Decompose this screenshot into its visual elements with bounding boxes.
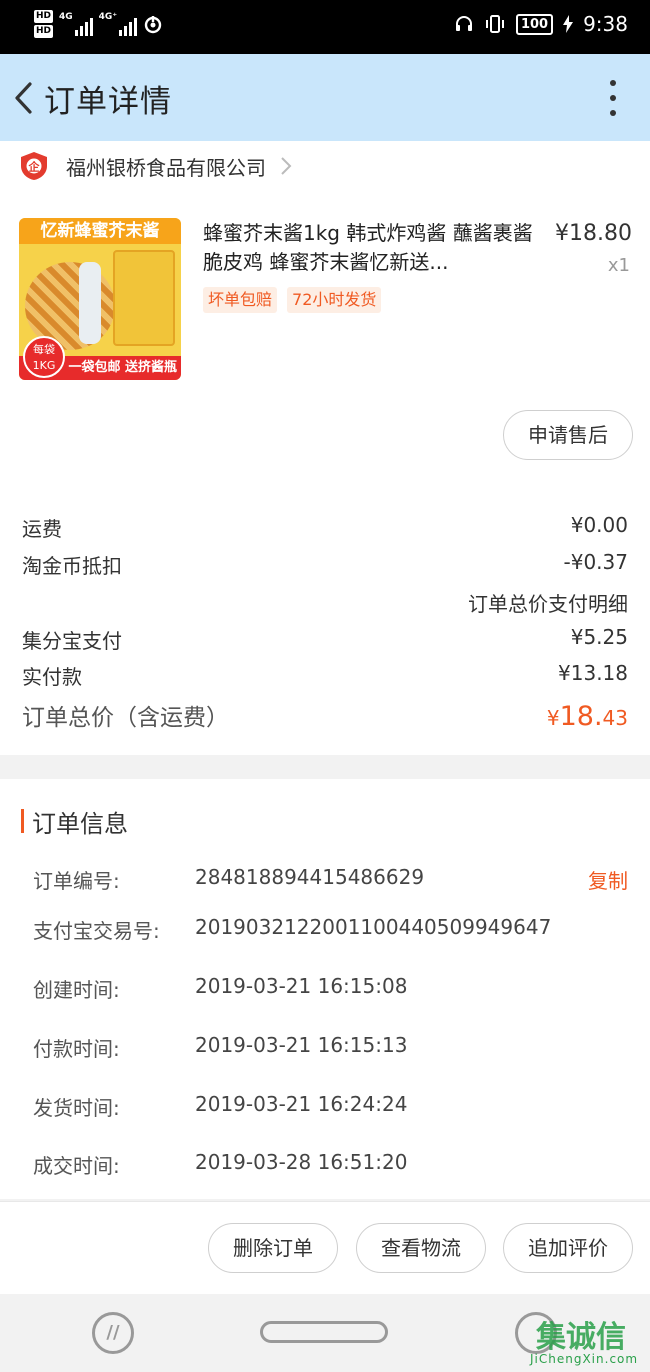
battery-icon: 100 [515,13,554,35]
info-label: 发货时间: [33,1096,120,1120]
info-value: 2019-03-21 16:15:08 [195,974,408,998]
shipping-label: 运费 [22,517,62,541]
total-price: ¥18.43 [547,701,628,732]
info-value: 2019-03-21 16:15:13 [195,1033,408,1057]
image-banner: 忆新蜂蜜芥末酱 [19,218,181,244]
paid-value: ¥13.18 [558,661,628,685]
info-label: 成交时间: [33,1154,120,1178]
info-label: 付款时间: [33,1037,120,1061]
hd-icons: HD HD [34,10,54,38]
coin-label: 淘金币抵扣 [22,554,122,578]
hotspot-icon [144,16,162,34]
jifenbao-label: 集分宝支付 [22,629,122,653]
shipping-value: ¥0.00 [570,513,628,537]
page-title: 订单详情 [44,84,172,120]
shop-row[interactable]: 企 福州银桥食品有限公司 [20,149,292,183]
watermark-logo: 集诚信 [536,1320,626,1355]
shipping-row: 运费 ¥0.00 [22,513,628,542]
info-value: 2019032122001100440509949647 [195,915,552,939]
total-label: 订单总价（含运费） [22,705,229,731]
back-arrow-icon[interactable] [8,78,38,118]
order-info-title: 订单信息 [32,810,128,838]
shop-name: 福州银桥食品有限公司 [66,155,266,180]
network-label: 4G [59,12,73,22]
order-info-card: 订单信息 订单编号: 284818894415486629 复制 支付宝交易号:… [0,779,650,1199]
hd-icon: HD [34,10,54,23]
tag-72h-shipping: 72小时发货 [287,287,382,313]
copy-button[interactable]: 复制 [588,865,628,894]
watermark-url: JiChengXin.com [530,1352,639,1366]
coin-value: -¥0.37 [563,550,628,574]
after-sale-button[interactable]: 申请售后 [503,410,633,460]
product-price: ¥18.80 [555,221,632,246]
svg-text:企: 企 [28,160,41,174]
tag-damage-guarantee: 坏单包赔 [203,287,278,313]
total-decimal: 43 [602,706,628,730]
payment-detail-link[interactable]: 订单总价支付明细 [468,588,628,617]
section-accent-bar [21,809,24,833]
delete-order-button[interactable]: 删除订单 [208,1223,338,1273]
paid-label: 实付款 [22,665,82,689]
info-label: 支付宝交易号: [33,919,160,943]
hd-icon: HD [34,25,54,38]
info-value: 2019-03-28 16:51:20 [195,1150,408,1174]
total-row: 订单总价（含运费） ¥18.43 [22,698,628,732]
charging-icon [563,15,574,33]
status-bar: HD HD 4G 4G⁺ 100 9:38 [0,0,650,54]
info-label: 订单编号: [33,869,120,893]
product-card: 企 福州银桥食品有限公司 忆新蜂蜜芥末酱 一袋包邮 送挤酱瓶 每袋 1KG 蜂蜜… [0,141,650,755]
more-options-icon[interactable] [608,80,618,116]
status-indicators: HD HD 4G 4G⁺ [34,10,163,38]
product-title[interactable]: 蜂蜜芥末酱1kg 韩式炸鸡酱 蘸酱裹酱 脆皮鸡 蜂蜜芥末酱忆新送... [203,219,538,277]
app-switcher-icon[interactable]: // [92,1312,134,1354]
headset-icon [455,16,472,31]
coin-deduction-row: 淘金币抵扣 -¥0.37 [22,550,628,579]
chevron-right-icon [281,157,292,175]
network-label: 4G⁺ [98,12,118,22]
image-bottle [79,262,101,344]
image-badge: 每袋 1KG [23,336,65,378]
product-quantity: x1 [607,255,630,276]
image-package [113,250,175,346]
clock: 9:38 [583,12,628,36]
paid-row: 实付款 ¥13.18 [22,661,628,690]
product-image[interactable]: 忆新蜂蜜芥末酱 一袋包邮 送挤酱瓶 每袋 1KG [19,218,181,380]
home-pill-icon[interactable] [260,1321,388,1343]
info-value: 284818894415486629 [195,865,425,889]
system-nav-bar: // 集诚信 JiChengXin.com [0,1294,650,1372]
jifenbao-value: ¥5.25 [570,625,628,649]
action-bar: 删除订单 查看物流 追加评价 [0,1201,650,1294]
shop-badge-icon: 企 [21,152,47,180]
signal-icon: 4G [59,12,93,36]
total-currency: ¥ [546,706,560,730]
vibrate-icon [485,15,504,33]
info-label: 创建时间: [33,978,120,1002]
add-review-button[interactable]: 追加评价 [503,1223,633,1273]
total-integer: 18. [559,701,603,732]
view-logistics-button[interactable]: 查看物流 [356,1223,486,1273]
product-tags: 坏单包赔 72小时发货 [203,287,382,313]
signal-icon: 4G⁺ [98,12,138,36]
nav-bar: 订单详情 [0,54,650,141]
status-right: 100 9:38 [454,12,628,36]
info-value: 2019-03-21 16:24:24 [195,1092,408,1116]
jifenbao-row: 集分宝支付 ¥5.25 [22,625,628,654]
